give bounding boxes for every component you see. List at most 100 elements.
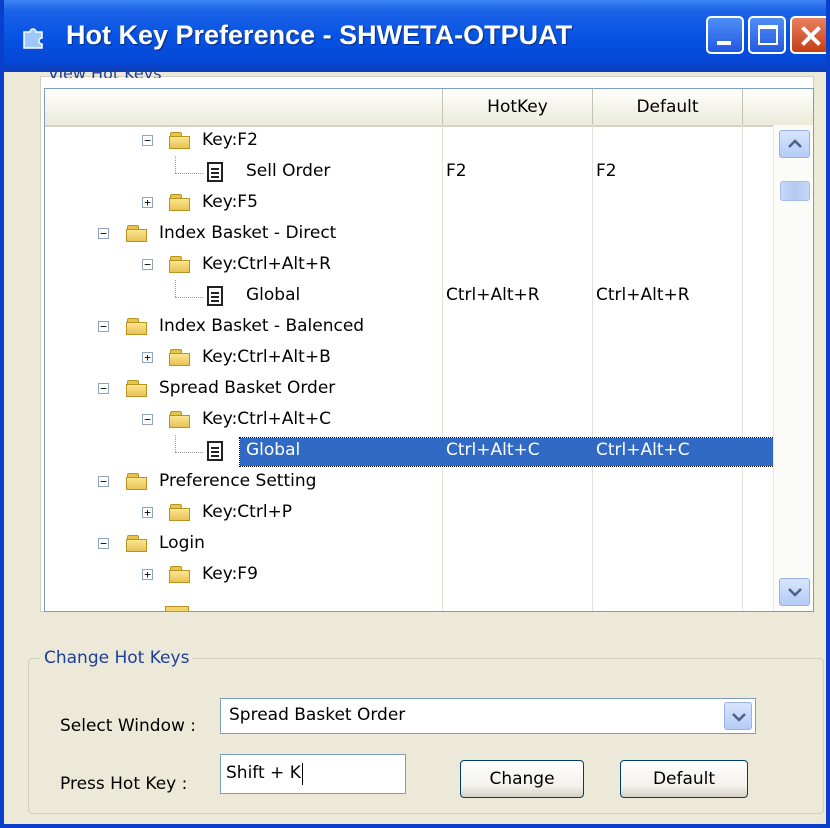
- node-label: Key:Ctrl+Alt+R: [202, 254, 331, 274]
- node-label: Index Basket - Direct: [159, 223, 337, 243]
- folder-icon: [169, 504, 191, 521]
- folder-icon: [126, 473, 148, 490]
- window-node-row[interactable]: − Index Basket - Direct: [45, 220, 774, 251]
- hotkey-item-row[interactable]: Sell Order F2 F2: [45, 156, 774, 189]
- chevron-up-icon: [788, 139, 802, 148]
- document-icon: [207, 162, 223, 182]
- scroll-up-button[interactable]: [779, 130, 810, 158]
- folder-icon: [126, 535, 148, 552]
- tree-line: [175, 280, 176, 297]
- hot-key-input-value: Shift + K: [226, 763, 301, 783]
- header-hotkey[interactable]: HotKey: [443, 89, 593, 125]
- text-caret: [302, 763, 303, 785]
- default-button[interactable]: Default: [620, 760, 748, 798]
- folder-icon: [126, 318, 148, 335]
- view-hot-keys-legend-clip: View Hot Keys: [48, 58, 208, 78]
- header-name-column[interactable]: [45, 89, 443, 125]
- key-node-row[interactable]: − Key:F2: [45, 127, 774, 158]
- select-window-label: Select Window :: [60, 716, 197, 736]
- folder-icon: [126, 380, 148, 397]
- folder-icon: [126, 225, 148, 242]
- view-hot-keys-legend: View Hot Keys: [48, 64, 162, 78]
- tree-line: [175, 173, 203, 174]
- folder-icon: [169, 256, 191, 273]
- window-node-row[interactable]: − Index Basket - Balenced: [45, 313, 774, 344]
- folder-icon: [165, 606, 189, 611]
- chevron-down-icon: [732, 713, 746, 722]
- key-node-row[interactable]: + Key:Ctrl+P: [45, 499, 774, 530]
- press-hot-key-label: Press Hot Key :: [60, 774, 188, 794]
- tree-line: [175, 435, 176, 452]
- node-label: Key:Ctrl+Alt+B: [202, 347, 331, 367]
- app-puzzle-icon: [23, 28, 43, 49]
- node-label: Login: [159, 533, 205, 553]
- default-cell: Ctrl+Alt+C: [596, 440, 690, 460]
- node-label: Key:Ctrl+Alt+C: [202, 409, 331, 429]
- folder-icon: [169, 132, 191, 149]
- window-node-row[interactable]: − Spread Basket Order: [45, 375, 774, 406]
- hot-key-input[interactable]: Shift + K: [220, 754, 406, 794]
- window-node-row[interactable]: − Preference Setting: [45, 468, 774, 499]
- document-icon: [207, 441, 223, 461]
- default-cell: F2: [596, 161, 617, 181]
- node-label: Key:F2: [202, 130, 258, 150]
- header-default[interactable]: Default: [593, 89, 743, 125]
- expand-icon[interactable]: +: [142, 569, 153, 580]
- item-label: Global: [246, 440, 301, 460]
- collapse-icon[interactable]: −: [98, 228, 109, 239]
- expand-icon[interactable]: +: [142, 197, 153, 208]
- default-cell: Ctrl+Alt+R: [596, 285, 690, 305]
- collapse-icon[interactable]: −: [142, 135, 153, 146]
- key-node-row[interactable]: + Key:Ctrl+Alt+B: [45, 344, 774, 375]
- collapse-icon[interactable]: −: [98, 383, 109, 394]
- hotkey-preference-window: Hot Key Preference - SHWETA-OTPUAT View …: [0, 0, 830, 828]
- node-label: Key:F5: [202, 192, 258, 212]
- collapse-icon[interactable]: −: [98, 476, 109, 487]
- key-node-row[interactable]: − Key:Ctrl+Alt+C: [45, 406, 774, 437]
- folder-icon: [169, 566, 191, 583]
- change-button[interactable]: Change: [460, 760, 584, 798]
- close-button[interactable]: [790, 16, 826, 54]
- folder-icon: [169, 194, 191, 211]
- select-window-value: Spread Basket Order: [229, 705, 406, 725]
- scroll-thumb[interactable]: [780, 181, 810, 201]
- collapse-icon[interactable]: −: [98, 538, 109, 549]
- item-label: Sell Order: [246, 161, 331, 181]
- hotkey-tree-grid[interactable]: HotKey Default − Key:F2 Sell Order F2 F2 + Key…: [44, 88, 814, 612]
- tree-line: [175, 452, 203, 453]
- key-node-row[interactable]: − Key:Ctrl+Alt+R: [45, 251, 774, 282]
- chevron-down-icon: [788, 588, 802, 597]
- scroll-down-button[interactable]: [779, 578, 810, 606]
- minimize-button[interactable]: [706, 16, 744, 54]
- hotkey-cell: F2: [446, 161, 467, 181]
- hotkey-item-row[interactable]: Global Ctrl+Alt+C Ctrl+Alt+C: [45, 435, 779, 468]
- node-label: Spread Basket Order: [159, 378, 336, 398]
- item-label: Global: [246, 285, 301, 305]
- key-node-row[interactable]: + Key:F5: [45, 189, 774, 220]
- node-label: Key:F9: [202, 564, 258, 584]
- window-node-row[interactable]: − Login: [45, 530, 774, 561]
- grid-header: HotKey Default: [45, 89, 813, 127]
- node-label: Index Basket - Balenced: [159, 316, 365, 336]
- collapse-icon[interactable]: −: [98, 321, 109, 332]
- collapse-icon[interactable]: −: [142, 414, 153, 425]
- node-label: Key:Ctrl+P: [202, 502, 293, 522]
- tree-line: [175, 297, 203, 298]
- hotkey-item-row[interactable]: Global Ctrl+Alt+R Ctrl+Alt+R: [45, 280, 774, 313]
- maximize-button[interactable]: [748, 16, 786, 54]
- collapse-icon[interactable]: −: [142, 259, 153, 270]
- change-hot-keys-legend: Change Hot Keys: [40, 648, 194, 668]
- document-icon: [207, 286, 223, 306]
- hotkey-cell: Ctrl+Alt+C: [446, 440, 540, 460]
- folder-icon: [169, 349, 191, 366]
- select-window-dropdown[interactable]: Spread Basket Order: [220, 698, 756, 734]
- key-node-row[interactable]: + Key:F9: [45, 561, 774, 592]
- node-label: Preference Setting: [159, 471, 317, 491]
- expand-icon[interactable]: +: [142, 352, 153, 363]
- vertical-scrollbar[interactable]: [773, 125, 813, 611]
- folder-icon: [169, 411, 191, 428]
- dropdown-button[interactable]: [724, 702, 752, 730]
- tree-line: [175, 156, 176, 173]
- hotkey-cell: Ctrl+Alt+R: [446, 285, 540, 305]
- expand-icon[interactable]: +: [142, 507, 153, 518]
